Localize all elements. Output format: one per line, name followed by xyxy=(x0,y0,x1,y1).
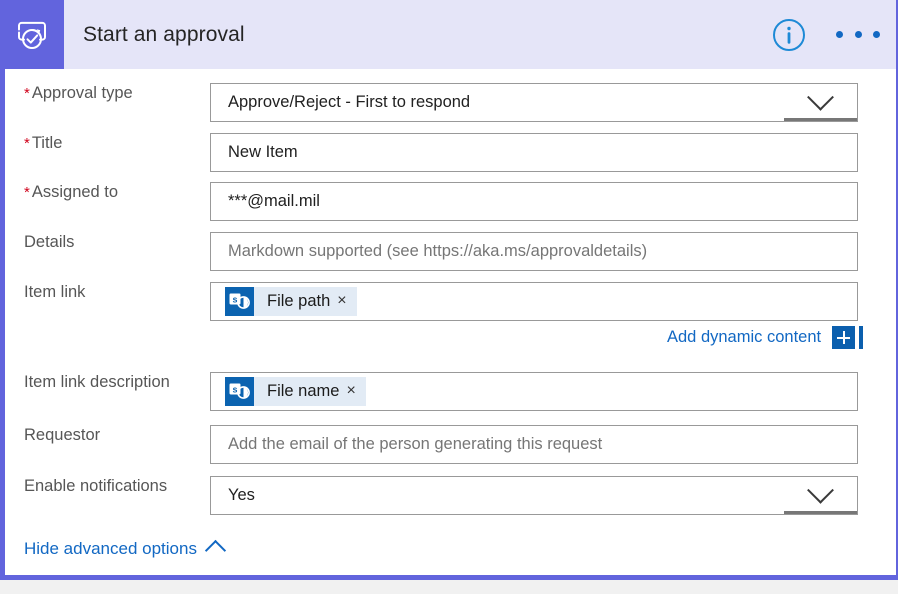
add-dynamic-content[interactable]: Add dynamic content xyxy=(667,326,864,349)
label-enable-notifications: Enable notifications xyxy=(5,476,210,496)
label-title: * Title xyxy=(5,133,210,154)
svg-text:s: s xyxy=(232,294,237,304)
required-asterisk: * xyxy=(24,135,30,152)
chevron-down-icon[interactable] xyxy=(784,476,857,514)
ellipsis-dot xyxy=(873,31,880,38)
form-row-item-link: Item link s File path × xyxy=(5,282,858,321)
form-row-details: Details Markdown supported (see https://… xyxy=(5,232,858,271)
label-item-link-description: Item link description xyxy=(5,372,210,392)
form-row-enable-notifications: Enable notifications Yes xyxy=(5,476,858,515)
enable-notifications-dropdown[interactable]: Yes xyxy=(210,476,858,515)
label-item-link: Item link xyxy=(5,282,210,302)
details-input[interactable]: Markdown supported (see https://aka.ms/a… xyxy=(210,232,858,271)
info-icon[interactable] xyxy=(772,18,806,52)
text-cursor xyxy=(859,326,864,349)
label-text: Details xyxy=(24,233,75,251)
dynamic-token-file-path[interactable]: s File path × xyxy=(225,287,357,316)
requestor-placeholder: Add the email of the person generating t… xyxy=(228,435,603,453)
assigned-to-input[interactable]: ***@mail.mil xyxy=(210,182,858,221)
label-text: Requestor xyxy=(24,426,101,444)
form-row-assigned-to: * Assigned to ***@mail.mil xyxy=(5,182,858,221)
approval-type-dropdown[interactable]: Approve/Reject - First to respond xyxy=(210,83,858,122)
label-text: Assigned to xyxy=(31,183,119,201)
label-approval-type: * Approval type xyxy=(5,83,210,104)
sharepoint-icon: s xyxy=(225,287,254,316)
page-title: Start an approval xyxy=(83,22,245,46)
details-placeholder: Markdown supported (see https://aka.ms/a… xyxy=(228,242,648,260)
required-asterisk: * xyxy=(24,85,30,102)
label-text: Item link description xyxy=(24,373,170,391)
close-icon[interactable]: × xyxy=(337,292,350,311)
form-row-title: * Title New Item xyxy=(5,133,858,172)
approval-action-card: Start an approval * Approval type Approv… xyxy=(0,0,898,580)
chevron-up-icon xyxy=(204,539,227,562)
hide-advanced-options-label[interactable]: Hide advanced options xyxy=(24,539,197,559)
plus-icon[interactable] xyxy=(832,326,856,349)
item-link-input[interactable]: s File path × xyxy=(210,282,858,321)
sharepoint-icon: s xyxy=(225,377,254,406)
hide-advanced-options-link[interactable]: Hide advanced options xyxy=(24,539,227,562)
form-row-item-link-description: Item link description s File name × xyxy=(5,372,858,411)
token-label: File name xyxy=(267,382,340,400)
label-text: Item link xyxy=(24,283,86,301)
label-text: Title xyxy=(31,134,63,152)
dynamic-token-file-name[interactable]: s File name × xyxy=(225,377,366,406)
required-asterisk: * xyxy=(24,184,30,201)
close-icon[interactable]: × xyxy=(346,382,359,401)
title-value: New Item xyxy=(228,143,298,161)
add-dynamic-content-label[interactable]: Add dynamic content xyxy=(667,328,821,347)
assigned-to-value: ***@mail.mil xyxy=(228,192,320,210)
screenshot-root: Start an approval * Approval type Approv… xyxy=(0,0,898,594)
ellipsis-icon[interactable] xyxy=(836,20,880,50)
chevron-down-icon[interactable] xyxy=(784,83,857,121)
card-header: Start an approval xyxy=(0,0,896,69)
label-details: Details xyxy=(5,232,210,252)
chevron-glyph xyxy=(807,83,834,111)
label-assigned-to: * Assigned to xyxy=(5,182,210,203)
title-input[interactable]: New Item xyxy=(210,133,858,172)
token-label: File path xyxy=(267,292,331,310)
label-requestor: Requestor xyxy=(5,425,210,445)
svg-text:s: s xyxy=(232,384,237,394)
item-link-description-input[interactable]: s File name × xyxy=(210,372,858,411)
ellipsis-dot xyxy=(854,31,862,38)
approval-type-value: Approve/Reject - First to respond xyxy=(228,93,471,111)
enable-notifications-value: Yes xyxy=(228,486,255,504)
ellipsis-dot xyxy=(836,31,843,38)
label-text: Approval type xyxy=(31,84,133,102)
label-text: Enable notifications xyxy=(24,477,168,495)
form-row-requestor: Requestor Add the email of the person ge… xyxy=(5,425,858,464)
chevron-glyph xyxy=(807,476,834,504)
form-row-approval-type: * Approval type Approve/Reject - First to… xyxy=(5,83,858,122)
approval-icon xyxy=(0,0,64,69)
requestor-input[interactable]: Add the email of the person generating t… xyxy=(210,425,858,464)
